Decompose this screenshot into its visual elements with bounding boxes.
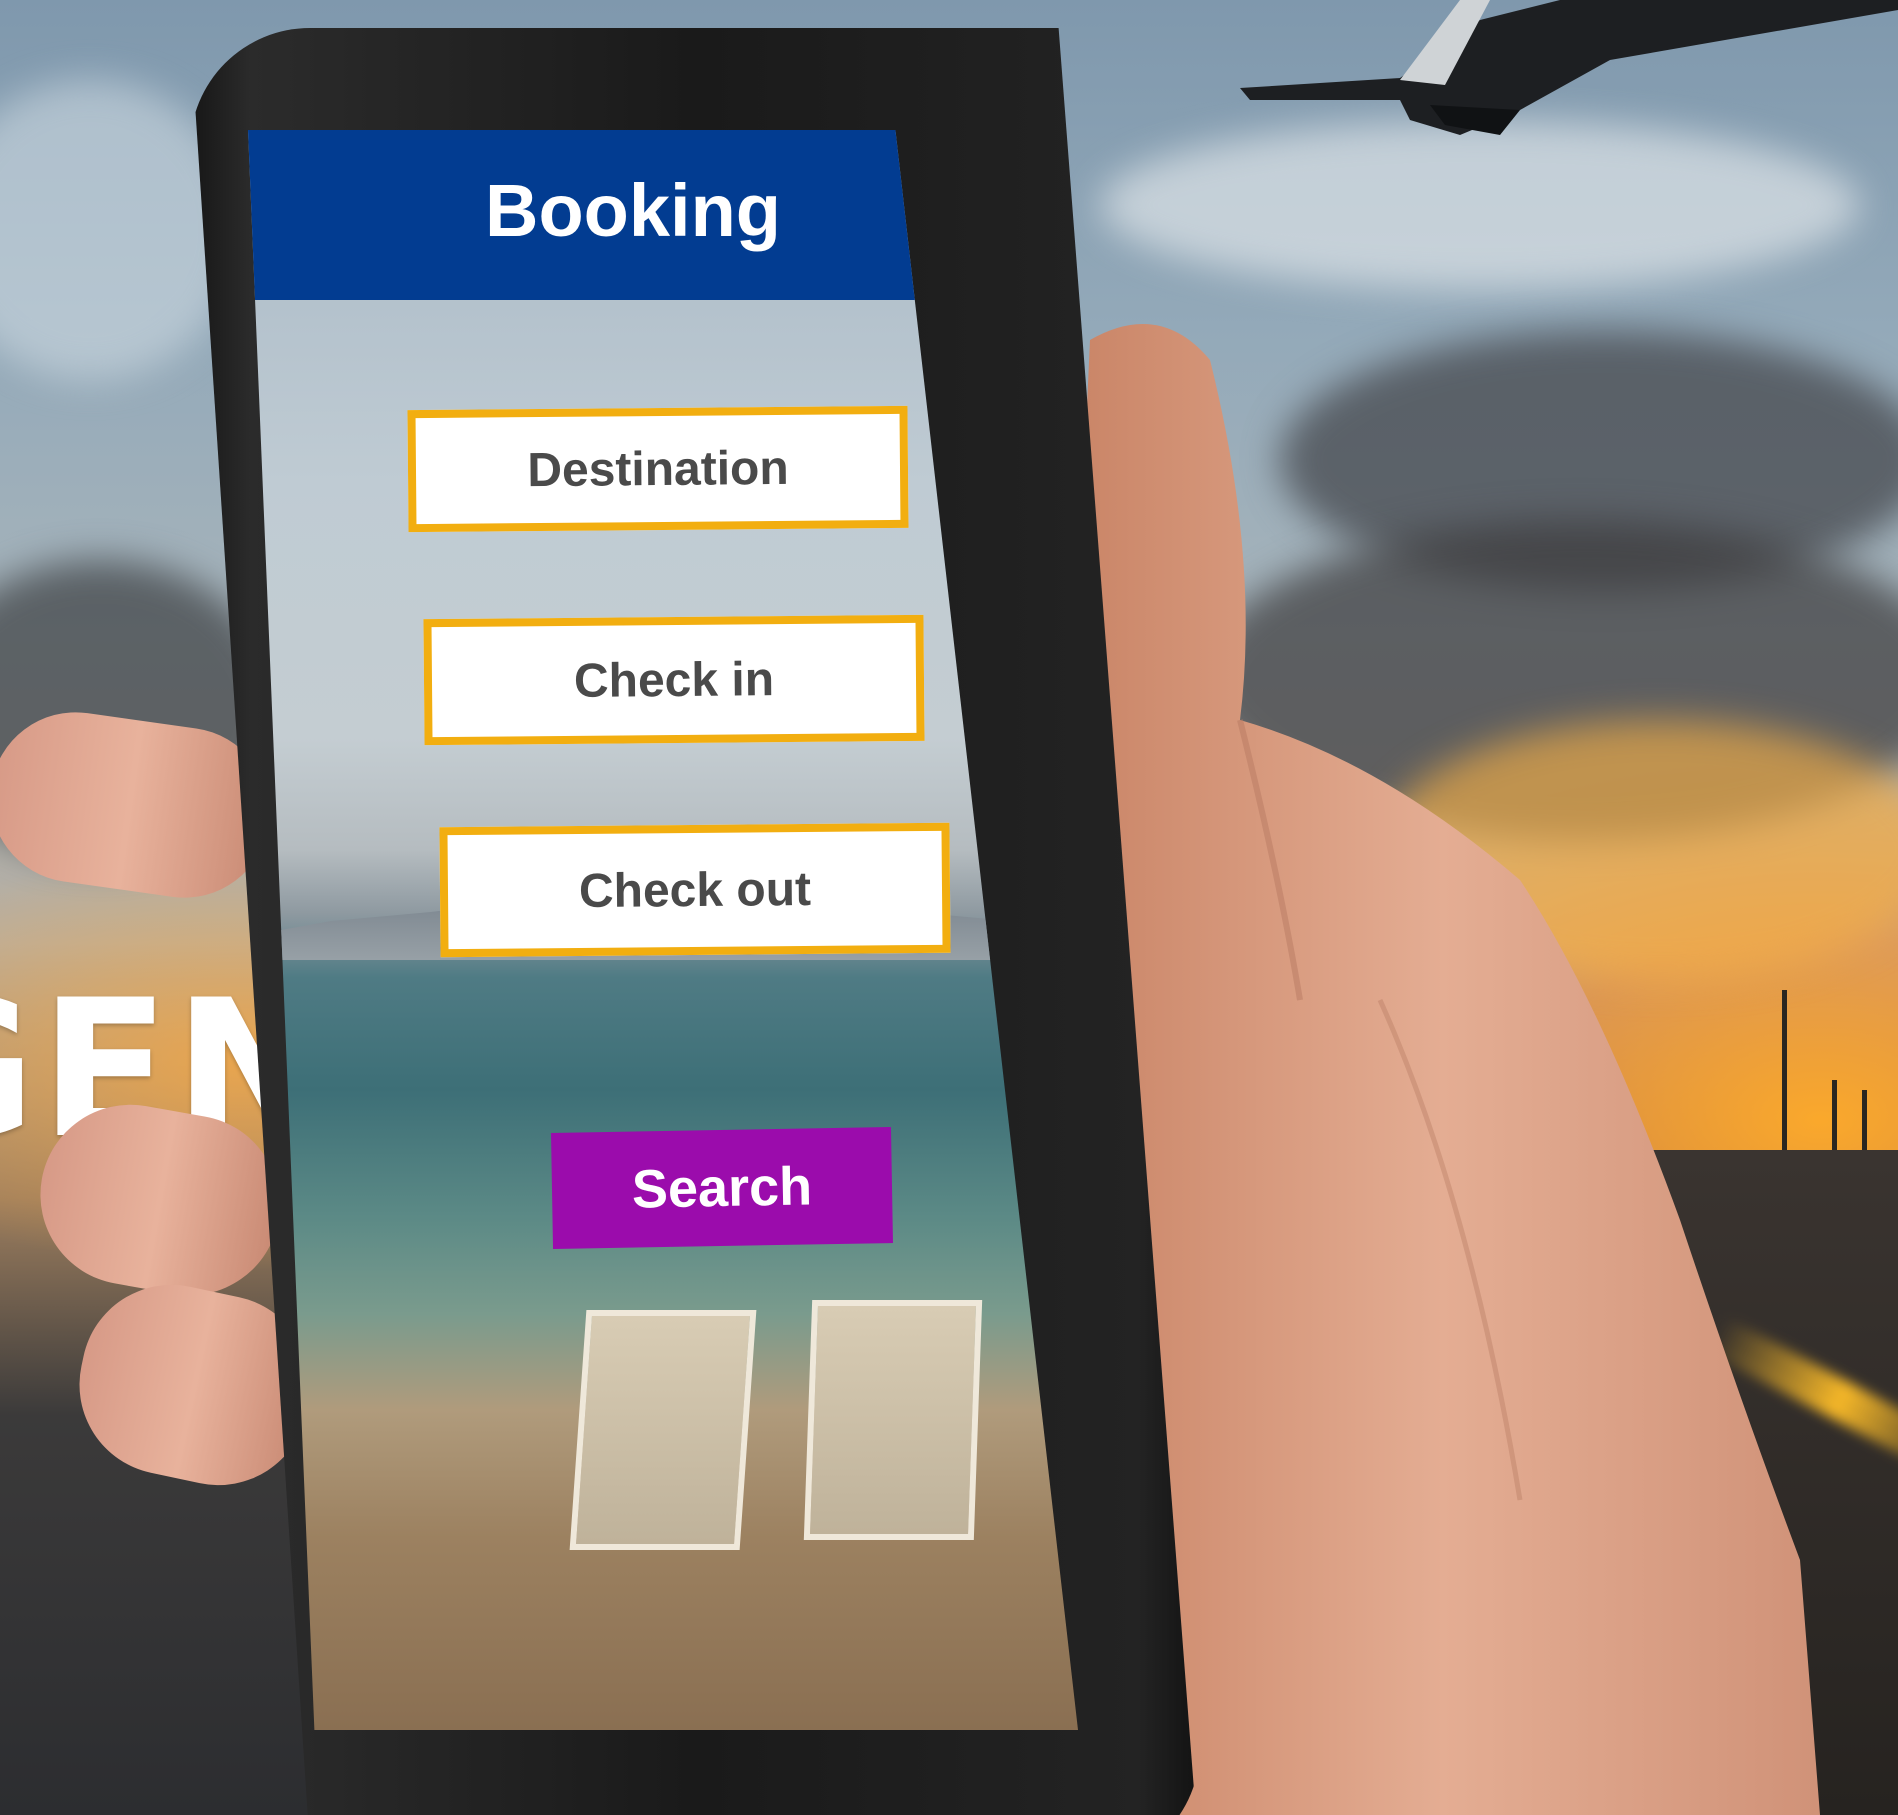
- check-out-label: Check out: [578, 862, 812, 918]
- destination-field[interactable]: Destination: [407, 405, 909, 533]
- check-in-field[interactable]: Check in: [423, 614, 925, 746]
- check-out-field[interactable]: Check out: [439, 822, 951, 958]
- destination-label: Destination: [527, 441, 789, 497]
- beach-chair: [803, 1300, 983, 1540]
- beach-chair: [569, 1310, 757, 1550]
- photo-scene: GENTS Booking Destination Check in: [0, 0, 1898, 1815]
- app-title: Booking: [485, 168, 781, 252]
- search-button[interactable]: Search: [551, 1127, 893, 1249]
- check-in-label: Check in: [573, 652, 775, 708]
